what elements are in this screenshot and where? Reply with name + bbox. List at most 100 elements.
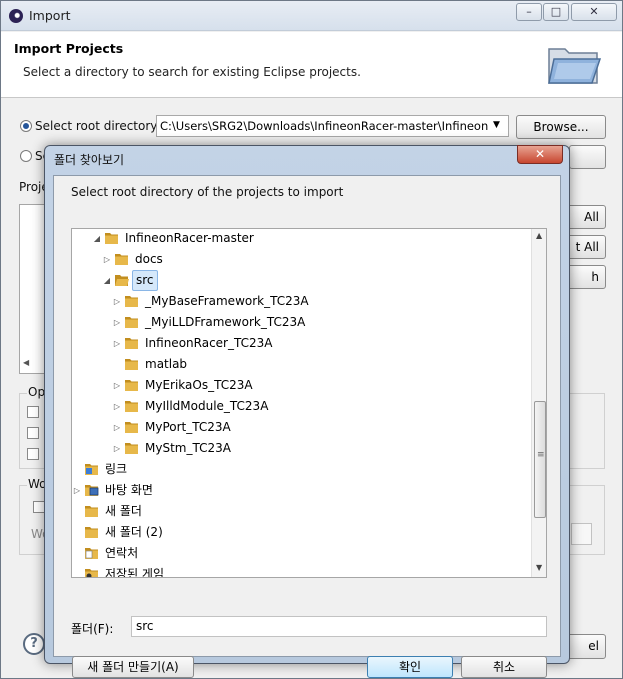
folder-icon (114, 252, 129, 266)
dialog-instruction: Select root directory of the projects to… (71, 185, 344, 199)
folder-icon (84, 525, 99, 539)
tree-item-label: MyIlldModule_TC23A (145, 399, 269, 413)
tree-item[interactable]: 새 폴더 (2) (72, 522, 527, 543)
tree-item-label: 연락처 (105, 546, 139, 560)
close-button[interactable]: ✕ (571, 3, 617, 21)
folder-tree[interactable]: ◢ InfineonRacer-master ▷ docs ◢ src ▷ _MyBaseFr… (71, 228, 547, 578)
tree-item[interactable]: ▷ MyIlldModule_TC23A (72, 396, 527, 417)
tree-item[interactable]: ▷ _MyBaseFramework_TC23A (72, 291, 527, 312)
tree-item-label: InfineonRacer_TC23A (145, 336, 273, 350)
combo-dropdown-arrow-icon[interactable]: ▼ (493, 120, 500, 130)
tree-item[interactable]: ▷ 바탕 화면 (72, 480, 527, 501)
browse-folder-dialog: 폴더 찾아보기 ✕ Select root directory of the p… (44, 145, 570, 678)
dialog-body: Select root directory of the projects to… (53, 175, 561, 678)
page-subtitle: Select a directory to search for existin… (23, 65, 361, 79)
select-root-directory-label: Select root directory: (35, 119, 161, 133)
maximize-icon: □ (550, 5, 562, 18)
tree-item[interactable]: 새 폴더 (72, 501, 527, 522)
folder-input-value: src (136, 619, 154, 633)
maximize-button[interactable]: □ (543, 3, 569, 21)
folder-input[interactable]: src (131, 616, 547, 637)
grip-icon: ≡ (537, 450, 545, 460)
tree-vertical-scrollbar[interactable]: ▲ ≡ ▼ (531, 229, 546, 577)
open-folder-banner-icon (548, 48, 602, 84)
folder-icon (84, 504, 99, 518)
wizard-header: Import Projects Select a directory to se… (1, 32, 622, 98)
window-title: Import (29, 8, 71, 23)
folder-icon (124, 357, 139, 371)
option-checkbox-2[interactable] (27, 427, 39, 439)
expand-arrow-icon[interactable]: ▷ (112, 291, 122, 312)
root-directory-combo[interactable]: C:\Users\SRG2\Downloads\InfineonRacer-ma… (156, 115, 509, 137)
scroll-down-arrow-icon[interactable]: ▼ (536, 563, 542, 572)
tree-item[interactable]: ▷ docs (72, 249, 527, 270)
close-icon: ✕ (589, 5, 599, 18)
collapse-arrow-icon[interactable]: ◢ (92, 229, 102, 249)
select-all-button[interactable]: All (564, 205, 606, 229)
expand-arrow-icon[interactable]: ▷ (112, 333, 122, 354)
tree-item[interactable]: ▷ MyStm_TC23A (72, 438, 527, 459)
new-folder-button[interactable]: 새 폴더 만들기(A) (72, 656, 194, 678)
tree-item-label: MyStm_TC23A (145, 441, 231, 455)
tree-item[interactable]: ▷ MyErikaOs_TC23A (72, 375, 527, 396)
browse-button[interactable]: Browse... (516, 115, 606, 139)
collapse-arrow-icon[interactable]: ◢ (102, 270, 112, 291)
help-icon[interactable]: ? (23, 633, 45, 655)
expand-arrow-icon[interactable]: ▷ (112, 375, 122, 396)
tree-item-label: docs (135, 252, 163, 266)
tree-item-label: MyErikaOs_TC23A (145, 378, 253, 392)
refresh-button[interactable]: h (564, 265, 606, 289)
expand-arrow-icon[interactable]: ▷ (112, 417, 122, 438)
expand-arrow-icon[interactable]: ▷ (112, 396, 122, 417)
archive-browse-button[interactable] (569, 145, 606, 169)
minimize-icon: – (526, 5, 532, 18)
expand-arrow-icon[interactable]: ▷ (72, 480, 82, 501)
contacts-folder-icon (84, 546, 99, 560)
cancel-button[interactable]: 취소 (461, 656, 547, 678)
tree-item[interactable]: ◢ src (72, 270, 527, 291)
expand-arrow-icon[interactable]: ▷ (102, 249, 112, 270)
folder-icon (124, 441, 139, 455)
tree-item[interactable]: ▷ MyPort_TC23A (72, 417, 527, 438)
select-archive-file-radio[interactable] (20, 150, 32, 162)
tree-item-label: matlab (145, 357, 188, 371)
tree-item-label: _MyiLLDFramework_TC23A (145, 315, 306, 329)
working-sets-combo[interactable] (571, 523, 592, 545)
select-root-directory-radio[interactable] (20, 120, 32, 132)
tree-item-label: 새 폴더 (105, 504, 142, 518)
tree-item-label: MyPort_TC23A (145, 420, 231, 434)
scroll-up-arrow-icon[interactable]: ▲ (536, 231, 542, 240)
tree-item-label: 새 폴더 (2) (105, 525, 163, 539)
tree-item-label: InfineonRacer-master (125, 231, 254, 245)
tree-item[interactable]: 링크 (72, 459, 527, 480)
ok-button[interactable]: 확인 (367, 656, 453, 678)
tree-item[interactable]: ▷ InfineonRacer_TC23A (72, 333, 527, 354)
deselect-all-button[interactable]: t All (564, 235, 606, 259)
tree-item[interactable]: ◢ InfineonRacer-master (72, 229, 527, 249)
desktop-folder-icon (84, 483, 99, 497)
folder-icon (124, 378, 139, 392)
folder-icon (124, 336, 139, 350)
option-checkbox-1[interactable] (27, 406, 39, 418)
tree-item[interactable]: 저장된 게임 (72, 564, 527, 577)
tree-item-label: _MyBaseFramework_TC23A (145, 294, 309, 308)
eclipse-icon (9, 9, 23, 23)
scrollbar-thumb[interactable]: ≡ (534, 401, 546, 518)
tree-item[interactable]: matlab (72, 354, 527, 375)
folder-open-icon (114, 273, 129, 287)
folder-icon (124, 420, 139, 434)
option-checkbox-3[interactable] (27, 448, 39, 460)
expand-arrow-icon[interactable]: ▷ (112, 312, 122, 333)
minimize-button[interactable]: – (516, 3, 542, 21)
window-titlebar[interactable]: Import – □ ✕ (1, 1, 622, 31)
close-icon: ✕ (534, 147, 546, 161)
folder-icon (124, 294, 139, 308)
tree-item[interactable]: ▷ _MyiLLDFramework_TC23A (72, 312, 527, 333)
tree-item-label: src (132, 270, 158, 291)
folder-icon (124, 399, 139, 413)
tree-item[interactable]: 연락처 (72, 543, 527, 564)
scroll-left-arrow-icon[interactable]: ◀ (23, 358, 29, 367)
dialog-close-button[interactable]: ✕ (517, 145, 563, 164)
expand-arrow-icon[interactable]: ▷ (112, 438, 122, 459)
links-folder-icon (84, 462, 99, 476)
